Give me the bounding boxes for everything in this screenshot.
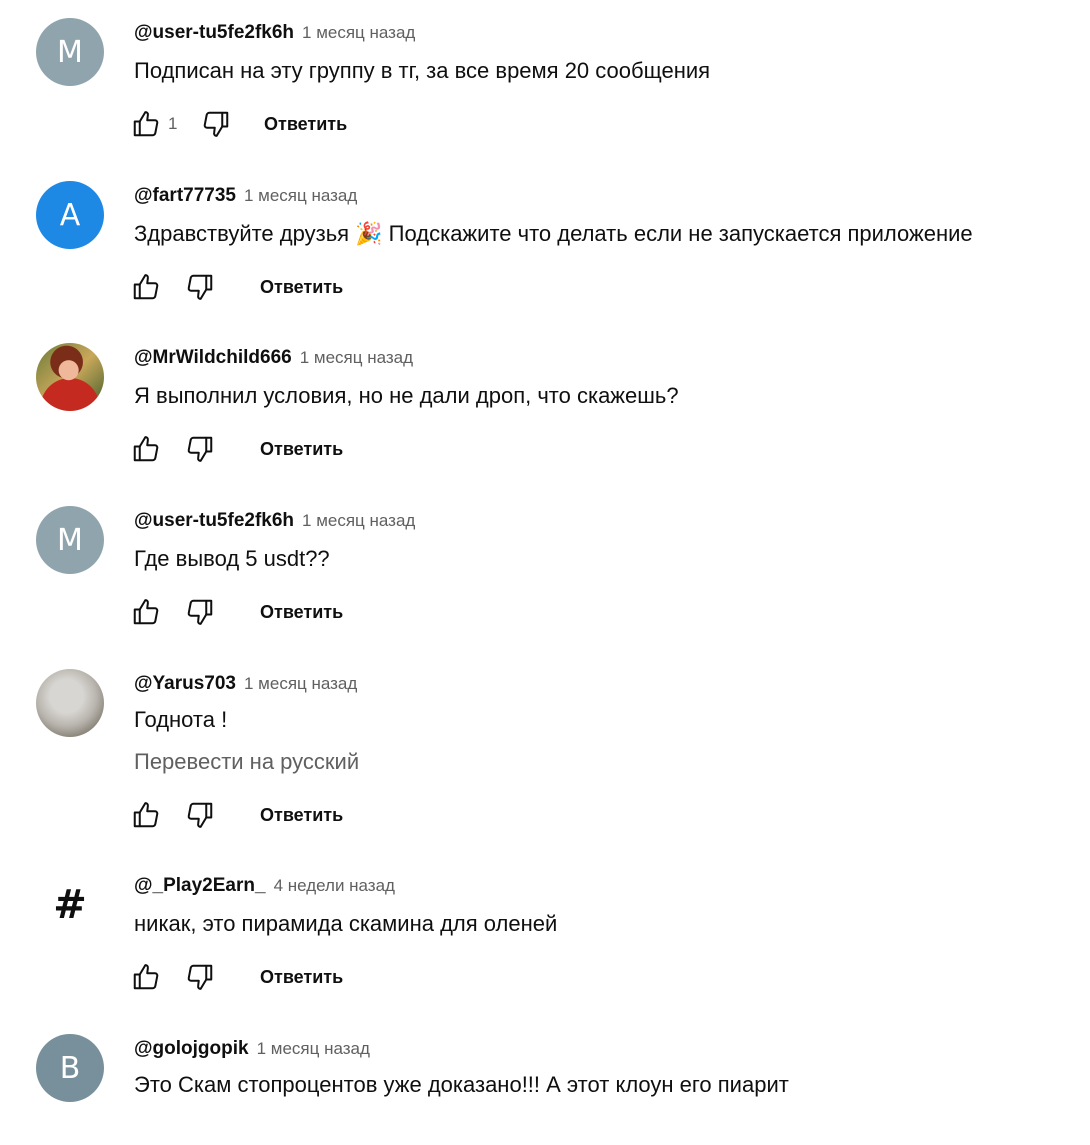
comment-time[interactable]: 4 недели назад <box>274 876 395 896</box>
avatar[interactable]: M <box>36 506 104 574</box>
like-button[interactable] <box>128 431 164 467</box>
avatar[interactable]: M <box>36 18 104 86</box>
like-button[interactable] <box>128 959 164 995</box>
comment-item: # @_Play2Earn_ 4 недели назад никак, это… <box>0 853 1090 1013</box>
like-icon <box>133 436 159 462</box>
comment-item: B @golojgopik 1 месяц назад Это Скам сто… <box>0 1016 1090 1145</box>
comment-time[interactable]: 1 месяц назад <box>244 674 357 694</box>
dislike-button[interactable] <box>182 269 218 305</box>
dislike-icon <box>203 111 229 137</box>
like-button[interactable] <box>128 594 164 630</box>
comment-text: Это Скам стопроцентов уже доказано!!! А … <box>134 1072 789 1097</box>
comment-author[interactable]: @MrWildchild666 <box>134 347 292 369</box>
like-icon <box>133 111 159 137</box>
hashtag-icon[interactable]: # <box>36 871 104 939</box>
comment-item: M @user-tu5fe2fk6h 1 месяц назад Где выв… <box>0 488 1090 648</box>
translate-link[interactable]: Перевести на русский <box>134 749 359 775</box>
dislike-button[interactable] <box>182 594 218 630</box>
comment-author[interactable]: @Yarus703 <box>134 673 236 695</box>
like-button[interactable] <box>128 797 164 833</box>
reply-button[interactable]: Ответить <box>260 602 343 623</box>
dislike-icon <box>187 802 213 828</box>
like-count: 1 <box>168 114 178 133</box>
like-icon <box>133 964 159 990</box>
comment-author[interactable]: @user-tu5fe2fk6h <box>134 22 294 44</box>
comment-author[interactable]: @user-tu5fe2fk6h <box>134 510 294 532</box>
reply-button[interactable]: Ответить <box>260 805 343 826</box>
like-icon <box>133 274 159 300</box>
dislike-button[interactable] <box>182 797 218 833</box>
comment-item: @Yarus703 1 месяц назад Годнота ! Переве… <box>0 651 1090 851</box>
dislike-button[interactable] <box>198 106 234 142</box>
reply-button[interactable]: Ответить <box>260 277 343 298</box>
comment-item: A @fart77735 1 месяц назад Здравствуйте … <box>0 163 1090 323</box>
reply-button[interactable]: Ответить <box>260 439 343 460</box>
dislike-icon <box>187 964 213 990</box>
avatar[interactable] <box>36 343 104 411</box>
comment-time[interactable]: 1 месяц назад <box>300 348 413 368</box>
reply-button[interactable]: Ответить <box>264 114 347 135</box>
comment-text: Годнота ! <box>134 707 228 732</box>
comment-item: @MrWildchild666 1 месяц назад Я выполнил… <box>0 325 1090 485</box>
dislike-icon <box>187 599 213 625</box>
comment-time[interactable]: 1 месяц назад <box>244 186 357 206</box>
comment-time[interactable]: 1 месяц назад <box>257 1039 370 1059</box>
like-icon <box>133 802 159 828</box>
comment-author[interactable]: @fart77735 <box>134 185 236 207</box>
comment-text: Здравствуйте друзья 🎉 Подскажите что дел… <box>134 221 973 246</box>
comment-author[interactable]: @golojgopik <box>134 1038 249 1060</box>
dislike-icon <box>187 436 213 462</box>
comment-text: Где вывод 5 usdt?? <box>134 546 330 571</box>
like-button[interactable] <box>128 269 164 305</box>
dislike-button[interactable] <box>182 431 218 467</box>
comment-time[interactable]: 1 месяц назад <box>302 23 415 43</box>
reply-button[interactable]: Ответить <box>260 967 343 988</box>
comment-item: M @user-tu5fe2fk6h 1 месяц назад Подписа… <box>0 0 1090 160</box>
dislike-icon <box>187 274 213 300</box>
like-icon <box>133 599 159 625</box>
avatar[interactable] <box>36 669 104 737</box>
comment-text: Подписан на эту группу в тг, за все врем… <box>134 58 711 83</box>
comment-author[interactable]: @_Play2Earn_ <box>134 875 266 897</box>
avatar[interactable]: A <box>36 181 104 249</box>
comment-time[interactable]: 1 месяц назад <box>302 511 415 531</box>
comment-text: Я выполнил условия, но не дали дроп, что… <box>134 383 679 408</box>
like-button[interactable] <box>128 106 164 142</box>
comment-text: никак, это пирамида скамина для оленей <box>134 911 558 936</box>
avatar[interactable]: B <box>36 1034 104 1102</box>
dislike-button[interactable] <box>182 959 218 995</box>
